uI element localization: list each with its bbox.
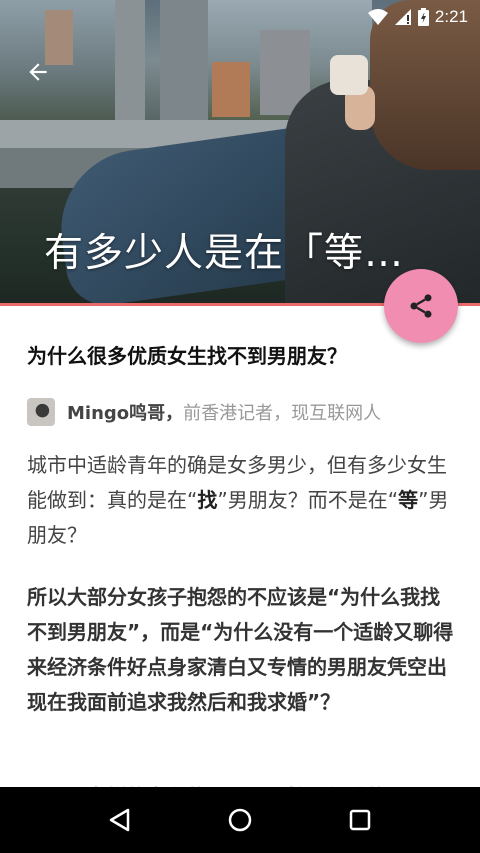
p1-emphasis-find: 找 — [197, 488, 218, 512]
wifi-icon — [367, 9, 388, 25]
share-button[interactable] — [384, 269, 458, 343]
author-bio: 前香港记者，现互联网人 — [183, 403, 382, 424]
share-icon — [410, 294, 432, 318]
nav-back-icon — [109, 808, 130, 832]
nav-recents-icon — [349, 809, 371, 831]
back-button[interactable] — [20, 54, 56, 90]
status-bar: 2:21 — [0, 0, 480, 34]
p1-text-b: ”男朋友？而不是在“ — [217, 488, 399, 512]
nav-recents-button[interactable] — [340, 800, 380, 840]
signal-icon — [394, 9, 411, 25]
system-nav-bar — [0, 787, 480, 853]
arrow-back-icon — [29, 63, 47, 81]
nav-home-button[interactable] — [220, 800, 260, 840]
question-title[interactable]: 为什么很多优质女生找不到男朋友？ — [27, 340, 347, 369]
p1-emphasis-wait: 等 — [398, 488, 419, 512]
answer-paragraph-1: 城市中适龄青年的确是女多男少，但有多少女生能做到：真的是在“找”男朋友？而不是在… — [27, 448, 457, 553]
avatar[interactable] — [27, 398, 55, 426]
author-name[interactable]: Mingo鸣哥， — [67, 403, 183, 424]
page-title: 有多少人是在「等… — [44, 231, 405, 276]
nav-home-icon — [228, 808, 252, 832]
answer-paragraph-2: 所以大部分女孩子抱怨的不应该是“为什么我找不到男朋友”，而是“为什么没有一个适龄… — [27, 585, 454, 714]
battery-charging-icon — [417, 8, 429, 26]
status-time: 2:21 — [434, 7, 468, 26]
author-row[interactable]: Mingo鸣哥，前香港记者，现互联网人 — [27, 398, 381, 426]
nav-back-button[interactable] — [100, 800, 140, 840]
